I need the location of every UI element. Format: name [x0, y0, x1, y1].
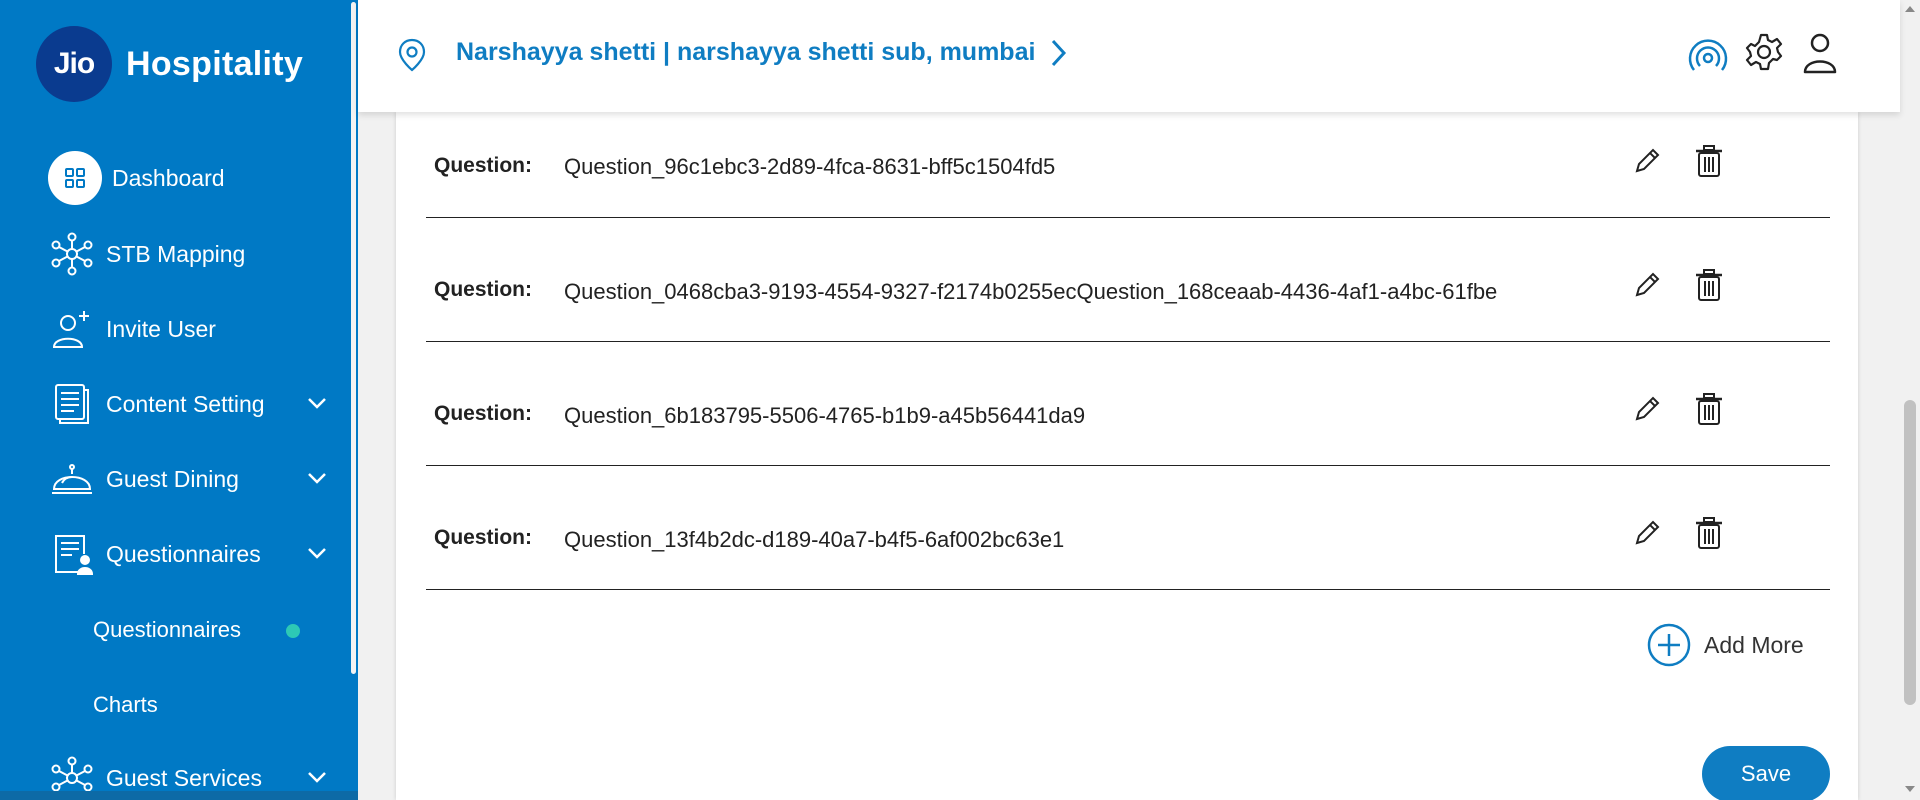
question-row: Question: Question_96c1ebc3-2d89-4fca-86… [426, 112, 1830, 218]
edit-pencil-icon[interactable] [1632, 146, 1662, 176]
delete-trash-icon[interactable] [1694, 516, 1724, 550]
jio-logo-icon: Jio [36, 26, 112, 102]
active-indicator-dot [286, 624, 300, 638]
sidebar-subitem-charts[interactable]: Charts [93, 692, 158, 718]
sidebar-subitem-questionnaires[interactable]: Questionnaires [93, 617, 241, 643]
chevron-down-icon[interactable] [306, 467, 328, 489]
sidebar-item-dashboard[interactable]: Dashboard [48, 148, 338, 208]
question-label: Question: [434, 154, 532, 177]
network-nodes-icon [48, 230, 96, 278]
sidebar-item-label: Guest Services [106, 764, 262, 791]
question-label: Question: [434, 526, 532, 549]
brand-logo[interactable]: Jio Hospitality [36, 26, 303, 102]
chevron-down-icon[interactable] [306, 392, 328, 414]
question-text: Question_96c1ebc3-2d89-4fca-8631-bff5c15… [564, 154, 1056, 179]
sidebar-item-guest-dining[interactable]: Guest Dining [48, 449, 338, 509]
logo-text: Jio [53, 47, 95, 80]
edit-pencil-icon[interactable] [1632, 518, 1662, 548]
questionnaire-user-icon [48, 530, 96, 578]
sidebar-scrollbar-thumb[interactable] [351, 2, 356, 674]
app-name: Hospitality [126, 44, 304, 83]
page-scrollbar-thumb[interactable] [1904, 400, 1916, 705]
delete-trash-icon[interactable] [1694, 268, 1724, 302]
location-selector[interactable]: Narshayya shetti | narshayya shetti sub,… [456, 38, 1035, 67]
sidebar-item-content-setting[interactable]: Content Setting [48, 374, 338, 434]
broadcast-icon[interactable] [1688, 36, 1728, 72]
document-icon [48, 380, 96, 428]
page-scrollbar[interactable] [1900, 0, 1920, 800]
sidebar-item-label: Dashboard [112, 164, 225, 191]
sidebar: Jio Hospitality Dashboard STB Mapping In… [0, 0, 350, 800]
delete-trash-icon[interactable] [1694, 392, 1724, 426]
scroll-down-arrow-icon[interactable] [1905, 786, 1915, 792]
question-text: Question_0468cba3-9193-4554-9327-f2174b0… [564, 279, 1498, 304]
dashboard-grid-icon [48, 151, 102, 205]
sidebar-item-label: Content Setting [106, 390, 265, 417]
question-label: Question: [434, 402, 532, 425]
sidebar-item-invite-user[interactable]: Invite User [48, 299, 338, 359]
chevron-down-icon[interactable] [306, 766, 328, 788]
edit-pencil-icon[interactable] [1632, 270, 1662, 300]
sidebar-scrollbar[interactable] [350, 0, 358, 800]
question-row: Question: Question_6b183795-5506-4765-b1… [426, 342, 1830, 466]
sidebar-item-label: Guest Dining [106, 465, 239, 492]
chevron-right-icon[interactable] [1048, 38, 1068, 68]
location-pin-icon [398, 38, 426, 72]
delete-trash-icon[interactable] [1694, 144, 1724, 178]
chevron-down-icon[interactable] [306, 542, 328, 564]
user-profile-icon[interactable] [1802, 32, 1838, 74]
food-cloche-icon [48, 455, 96, 503]
question-text: Question_13f4b2dc-d189-40a7-b4f5-6af002b… [564, 527, 1065, 552]
gear-icon[interactable] [1744, 32, 1784, 72]
plus-circle-icon [1647, 623, 1691, 667]
sidebar-item-label: STB Mapping [106, 240, 246, 267]
sidebar-bottom-strip [0, 791, 358, 800]
question-row: Question: Question_13f4b2dc-d189-40a7-b4… [426, 466, 1830, 590]
edit-pencil-icon[interactable] [1632, 394, 1662, 424]
sidebar-item-stb-mapping[interactable]: STB Mapping [48, 224, 338, 284]
add-more-button[interactable]: Add More [1646, 622, 1804, 668]
save-button[interactable]: Save [1702, 746, 1830, 800]
questionnaire-card: Question: Question_96c1ebc3-2d89-4fca-86… [396, 112, 1858, 800]
add-more-label: Add More [1704, 631, 1804, 658]
question-label: Question: [434, 278, 532, 301]
question-text: Question_6b183795-5506-4765-b1b9-a45b564… [564, 403, 1086, 428]
add-user-icon [48, 305, 96, 353]
scroll-up-arrow-icon[interactable] [1905, 6, 1915, 12]
sidebar-item-questionnaires[interactable]: Questionnaires [48, 524, 338, 584]
sidebar-item-label: Invite User [106, 315, 216, 342]
question-row: Question: Question_0468cba3-9193-4554-93… [426, 218, 1830, 342]
sidebar-item-label: Questionnaires [106, 540, 261, 567]
top-header: Narshayya shetti | narshayya shetti sub,… [358, 0, 1900, 112]
